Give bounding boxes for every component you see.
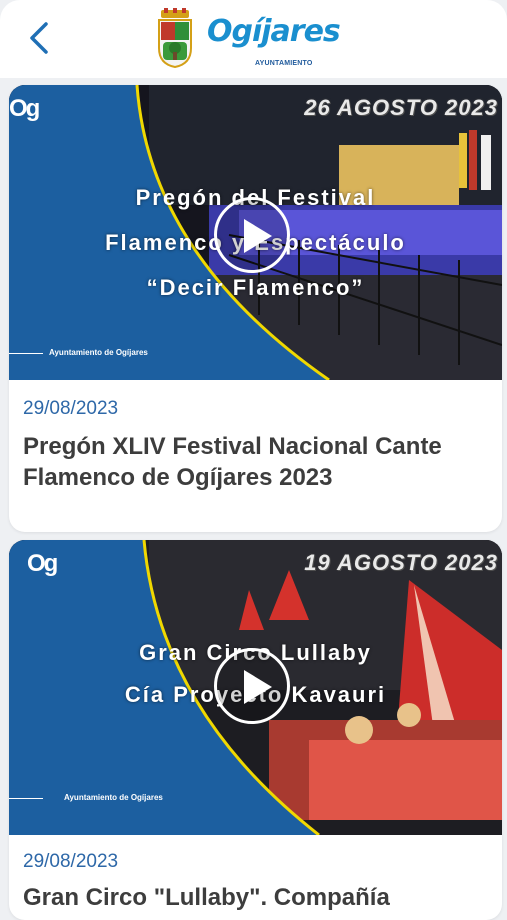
divider <box>9 353 43 354</box>
logo-wordmark: Ogíjares <box>207 14 341 49</box>
divider <box>9 798 43 799</box>
app-header: Ogíjares AYUNTAMIENTO <box>0 0 507 78</box>
chevron-left-icon <box>30 22 48 54</box>
play-button[interactable] <box>214 648 290 724</box>
video-date: 29/08/2023 <box>23 398 119 419</box>
coat-of-arms-icon <box>158 8 192 68</box>
video-thumbnail[interactable]: Og 19 AGOSTO 2023 Gran Circo Lullaby Cía… <box>9 540 502 835</box>
video-title[interactable]: Pregón XLIV Festival Nacional Cante Flam… <box>23 431 493 493</box>
ayuntamiento-label: Ayuntamiento de Ogíjares <box>64 793 163 802</box>
play-icon <box>244 670 272 704</box>
video-thumbnail[interactable]: Og 26 AGOSTO 2023 Pregón del Festival Fl… <box>9 85 502 380</box>
overlay-line: “Decir Flamenco” <box>146 275 365 300</box>
video-date: 29/08/2023 <box>23 851 119 872</box>
back-button[interactable] <box>22 18 58 58</box>
date-stamp: 26 AGOSTO 2023 <box>304 95 498 120</box>
ayuntamiento-label: Ayuntamiento de Ogíjares <box>49 348 148 357</box>
logo-subtext: AYUNTAMIENTO <box>255 60 313 67</box>
date-stamp: 19 AGOSTO 2023 <box>304 550 498 575</box>
play-icon <box>244 219 272 253</box>
og-mark: Og <box>9 95 40 122</box>
video-card[interactable]: Og 26 AGOSTO 2023 Pregón del Festival Fl… <box>9 85 502 532</box>
video-title[interactable]: Gran Circo "Lullaby". Compañía <box>23 882 493 913</box>
play-button[interactable] <box>214 197 290 273</box>
og-mark: Og <box>27 550 58 577</box>
video-card[interactable]: Og 19 AGOSTO 2023 Gran Circo Lullaby Cía… <box>9 540 502 920</box>
ogijares-logo: Ogíjares AYUNTAMIENTO <box>155 8 360 72</box>
